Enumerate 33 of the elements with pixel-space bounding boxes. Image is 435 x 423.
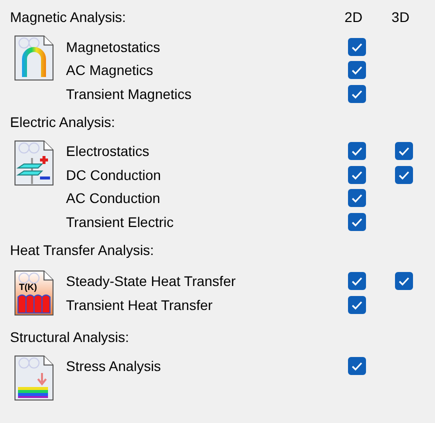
checkbox[interactable] xyxy=(348,84,366,103)
analysis-label: DC Conduction xyxy=(66,166,162,183)
analysis-label: Stress Analysis xyxy=(66,358,162,374)
checkbox[interactable] xyxy=(348,296,366,314)
checkbox[interactable] xyxy=(394,166,412,184)
checkbox[interactable] xyxy=(348,38,366,56)
analysis-label: AC Magnetics xyxy=(66,62,154,78)
checkbox[interactable] xyxy=(348,61,366,80)
section-heading: Structural Analysis: xyxy=(10,328,130,344)
document-magnet-icon xyxy=(14,35,54,81)
analysis-label: Transient Magnetics xyxy=(66,86,193,102)
checkbox[interactable] xyxy=(394,142,412,160)
checkbox[interactable] xyxy=(348,212,366,231)
analysis-label: AC Conduction xyxy=(66,190,162,206)
checkbox[interactable] xyxy=(348,166,366,184)
column-header: 2D xyxy=(344,9,364,25)
analysis-label: Magnetostatics xyxy=(66,38,162,55)
checkbox[interactable] xyxy=(348,142,366,160)
checkbox[interactable] xyxy=(348,357,366,376)
document-stress-icon xyxy=(14,354,54,400)
section-heading: Heat Transfer Analysis: xyxy=(10,242,155,258)
section-heading: Magnetic Analysis: xyxy=(10,9,127,25)
analysis-label: Steady-State Heat Transfer xyxy=(66,273,237,290)
analysis-label: Transient Electric xyxy=(66,214,175,230)
document-heat-icon: T(K) xyxy=(14,270,54,316)
analysis-label: Transient Heat Transfer xyxy=(66,296,214,313)
checkbox[interactable] xyxy=(394,272,412,290)
document-capacitor-icon xyxy=(14,140,54,186)
checkbox[interactable] xyxy=(348,272,366,290)
column-header: 3D xyxy=(390,9,410,25)
section-heading: Electric Analysis: xyxy=(10,114,116,130)
checkbox[interactable] xyxy=(348,189,366,208)
analysis-label: Electrostatics xyxy=(66,143,150,160)
